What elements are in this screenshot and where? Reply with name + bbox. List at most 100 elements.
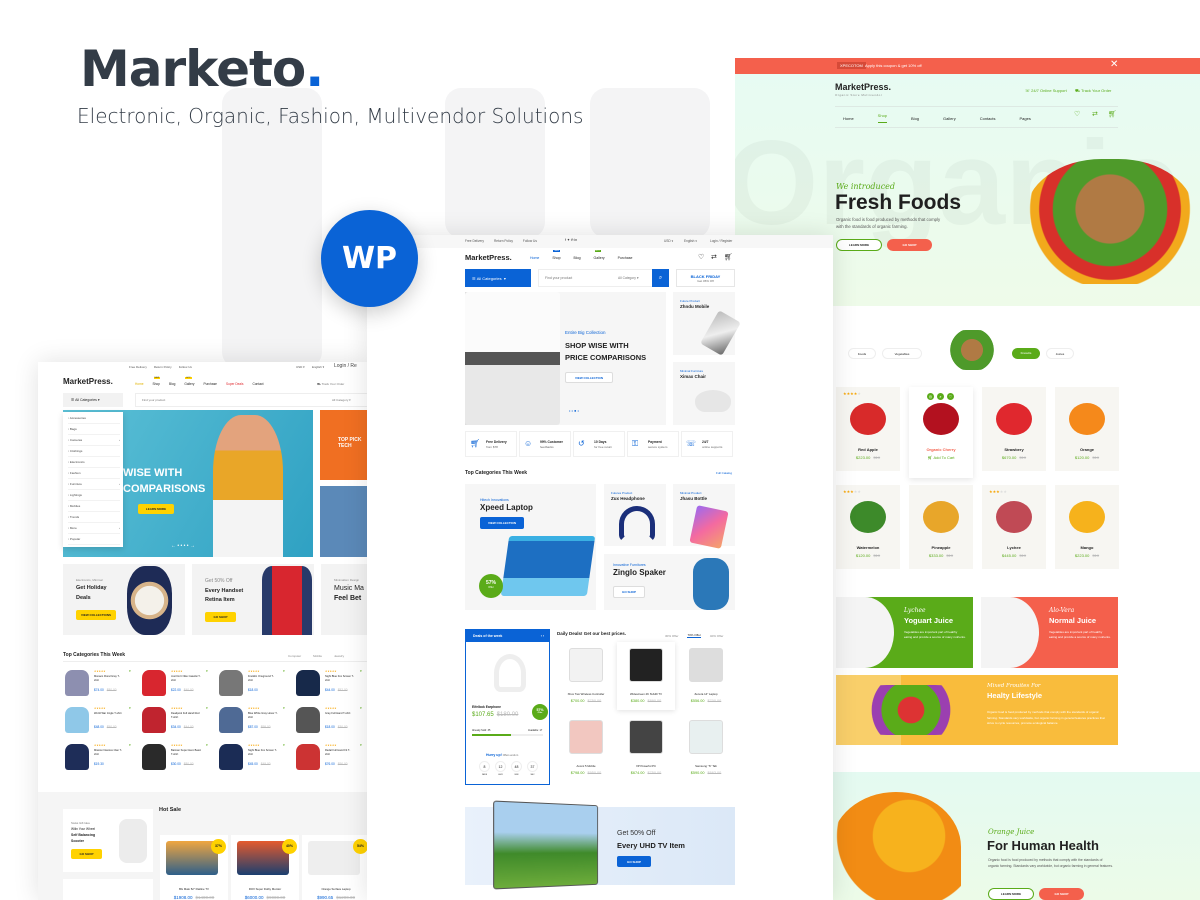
product-item[interactable]: ★★★★★ Gray Full Hand T-shirt $18.00 $30.00 ♥ [294,704,368,738]
learn-more-button[interactable]: LEARN MORE [836,239,882,251]
nav-item[interactable]: Contact [252,382,263,386]
wishlist-icon[interactable]: ♥ [129,669,131,673]
nav-item[interactable]: Pages [1020,116,1031,121]
login-link[interactable]: Login / Re [334,363,357,369]
product-item[interactable]: ★★★★★ Just Do It Nike Casefat T-shirt $22.… [140,667,214,701]
deal-product[interactable]: Axomi 5 Mobile $798.00 $950.00 [557,714,615,782]
nav-item[interactable]: Home [135,382,144,386]
hot-sale-item[interactable]: 54% Orange Surface Laptop $990.65 $1200.00 [302,835,368,900]
deal-product[interactable]: Xbox Two Wireless Controller $700.00 $750.… [557,642,615,710]
deal-product[interactable]: Widescreen 4K SUHD TV $380.00 $890.00 [617,642,675,710]
product-item[interactable]: ★★★★★ Mission Navioce Clan T-shirt $19.30 ♥ [63,741,137,775]
go-shop-button[interactable]: GO SHOP [887,239,932,251]
all-categories-button[interactable]: ☰ All Categories ▾ [63,393,123,407]
go-shop-button[interactable]: GO SHOP [617,856,651,867]
product-item[interactable]: ★★★★★ Blue White Gray Hover T-shirt $87.00… [217,704,291,738]
promo-card[interactable]: Get 50% Off Every Handset Retina Item GO SH… [192,564,314,635]
logo[interactable]: MarketPress. [63,377,113,386]
category-select[interactable]: All Category ▾ [332,398,351,402]
category-item[interactable]: ▫ Fashion [68,471,120,479]
nav-item[interactable]: Purchase [618,256,633,260]
wishlist-icon[interactable]: ♥ [129,743,131,747]
language-select[interactable]: English ▾ [684,239,697,243]
logo[interactable]: MarketPress. [835,82,891,92]
topbar-item[interactable]: Follow Us [179,365,192,369]
tab-jewelry[interactable]: Jewelry [334,654,344,658]
close-icon[interactable]: ✕ [1110,59,1118,70]
wishlist-icon[interactable]: ♥ [206,743,208,747]
nav-item[interactable]: Super Deals [226,382,244,386]
promo-ximax-chair[interactable]: Minimal Furniture Ximax Chair [673,362,735,425]
wishlist-icon[interactable]: ♥ [283,743,285,747]
topbar-item[interactable]: Free Delivery [465,239,484,243]
social-icons[interactable]: f ✦ ℗ in [565,238,577,242]
go-shop-button[interactable]: GO SHOP [71,849,102,859]
topbar-item[interactable]: Follow Us [523,239,537,243]
product-item[interactable]: ★★★★★ Night Blue Fox Screen T-shirt $45.00… [217,741,291,775]
product-item[interactable]: ★★★★★ World War Jingle T-shirt $48.00 $50.0… [63,704,137,738]
tablet-promo[interactable] [63,879,153,900]
add-to-cart-button[interactable]: 🛒︎ Add To Cart [909,455,973,460]
track-order-link[interactable]: ⛟ Track Your Order [317,382,344,387]
nav-item[interactable]: Home [530,256,539,260]
view-collection-button[interactable]: VIEW COLLECTION [565,372,613,383]
promo-zhndu-mobile[interactable]: Future Product Zhndu Mobile [673,292,741,356]
nav-item[interactable]: Purchase [203,382,216,386]
compare-icon[interactable]: ⇄ [711,253,717,261]
nav-item[interactable]: Gallery HOT [594,250,605,260]
wishlist-icon[interactable]: ♥ [283,706,285,710]
go-shop-button[interactable]: GO SHOP [1039,888,1084,900]
product-card[interactable]: Pineapple $333.00 $10 [909,485,973,569]
tab-computer[interactable]: Computer [288,654,301,658]
view-collection-button[interactable]: VIEW COLLECTION [480,517,524,529]
wishlist-icon[interactable]: ♥ [360,743,362,747]
wishlist-icon[interactable]: ♥ [206,669,208,673]
cart-icon[interactable]: 🛒︎ [1108,110,1117,118]
product-item[interactable]: ★★★★★ Batman Super Hero Basic T-shirt $30.… [140,741,214,775]
product-card[interactable]: Organic Cherry 🛒︎ Add To Cart ◎ ⌕ ♡ [909,387,973,478]
slider-dots[interactable]: ← • • • • → [171,543,195,549]
logo[interactable]: MarketPress. [465,253,512,262]
product-card[interactable]: Strawbery $670.00 $10 [982,387,1046,471]
product-item[interactable]: ★★★★★ Franklin Onsground T-shirt $18.00 ♥ [217,667,291,701]
deal-product[interactable]: Zenora 14" Laptop $556.00 $700.00 [677,642,735,710]
nav-item[interactable]: Blog [169,382,175,386]
go-shop-button[interactable]: GO SHOP [613,586,645,598]
view-icon[interactable]: ◎ [927,393,934,400]
language-select[interactable]: English ▾ [312,365,324,369]
wishlist-icon[interactable]: ♥ [360,669,362,673]
login-link[interactable]: Login / Register [710,239,732,243]
nav-item[interactable]: Home [843,116,854,121]
full-catalog-link[interactable]: Full Catalog [716,471,732,475]
tab-vegetables[interactable]: Vegetables [882,348,922,359]
deal-nav-arrows[interactable]: ‹ › [541,634,544,638]
product-item[interactable]: ★★★★★ Night Blue Fox Screen T-shirt $44.00… [294,667,368,701]
category-item[interactable]: ▫ Furniture › [68,482,120,490]
slider-dots[interactable]: • • ● • [569,408,579,413]
all-categories-button[interactable]: ☰ All Categories ▾ [465,269,531,287]
search-icon[interactable]: ⌕ [937,393,944,400]
wishlist-icon[interactable]: ♥ [360,706,362,710]
nav-item[interactable]: Blog [911,116,919,121]
wishlist-icon[interactable]: ♡ [698,253,704,261]
category-item[interactable]: ▫ Lightings [68,493,120,501]
product-item[interactable]: ★★★★★ Monaco Floral Gray T-shirt $74.00 $80… [63,667,137,701]
category-select[interactable]: All Category ▾ [618,276,639,280]
category-item[interactable]: ▫ Mobiles [68,504,120,512]
nav-item[interactable]: Gallery HOT [184,377,194,386]
nav-item[interactable]: Shop NEW [153,377,161,386]
zinglo-speaker-card[interactable]: Innovative Furnitures Zinglo Spaker GO S… [604,554,735,610]
tab-fresults[interactable]: Fresults [1012,348,1040,359]
topbar-item[interactable]: Free Delivery [129,365,147,369]
tab-foods[interactable]: Foods [848,348,876,359]
product-item[interactable]: ★★★★★ Deadpool Full Hand Red T-shirt $34.0… [140,704,214,738]
hero-button[interactable]: LEARN MORE [138,504,174,514]
deal-tab[interactable]: 40% Offer [710,634,723,638]
category-item[interactable]: ▫ More › [68,526,120,534]
tab-mobile[interactable]: Mobile [313,654,322,658]
scooter-promo[interactable]: Swiss Gift Idea Wiiin Your Wheel Self Ba… [63,809,153,872]
uhd-tv-banner[interactable]: Get 50% Off Every UHD TV Item GO SHOP [465,800,735,890]
wishlist-icon[interactable]: ♥ [206,706,208,710]
nav-item[interactable]: Shop [877,113,888,123]
hot-sale-item[interactable]: 40% ROX Super Dolby Monitor $6000.00 $9000.… [231,835,299,900]
